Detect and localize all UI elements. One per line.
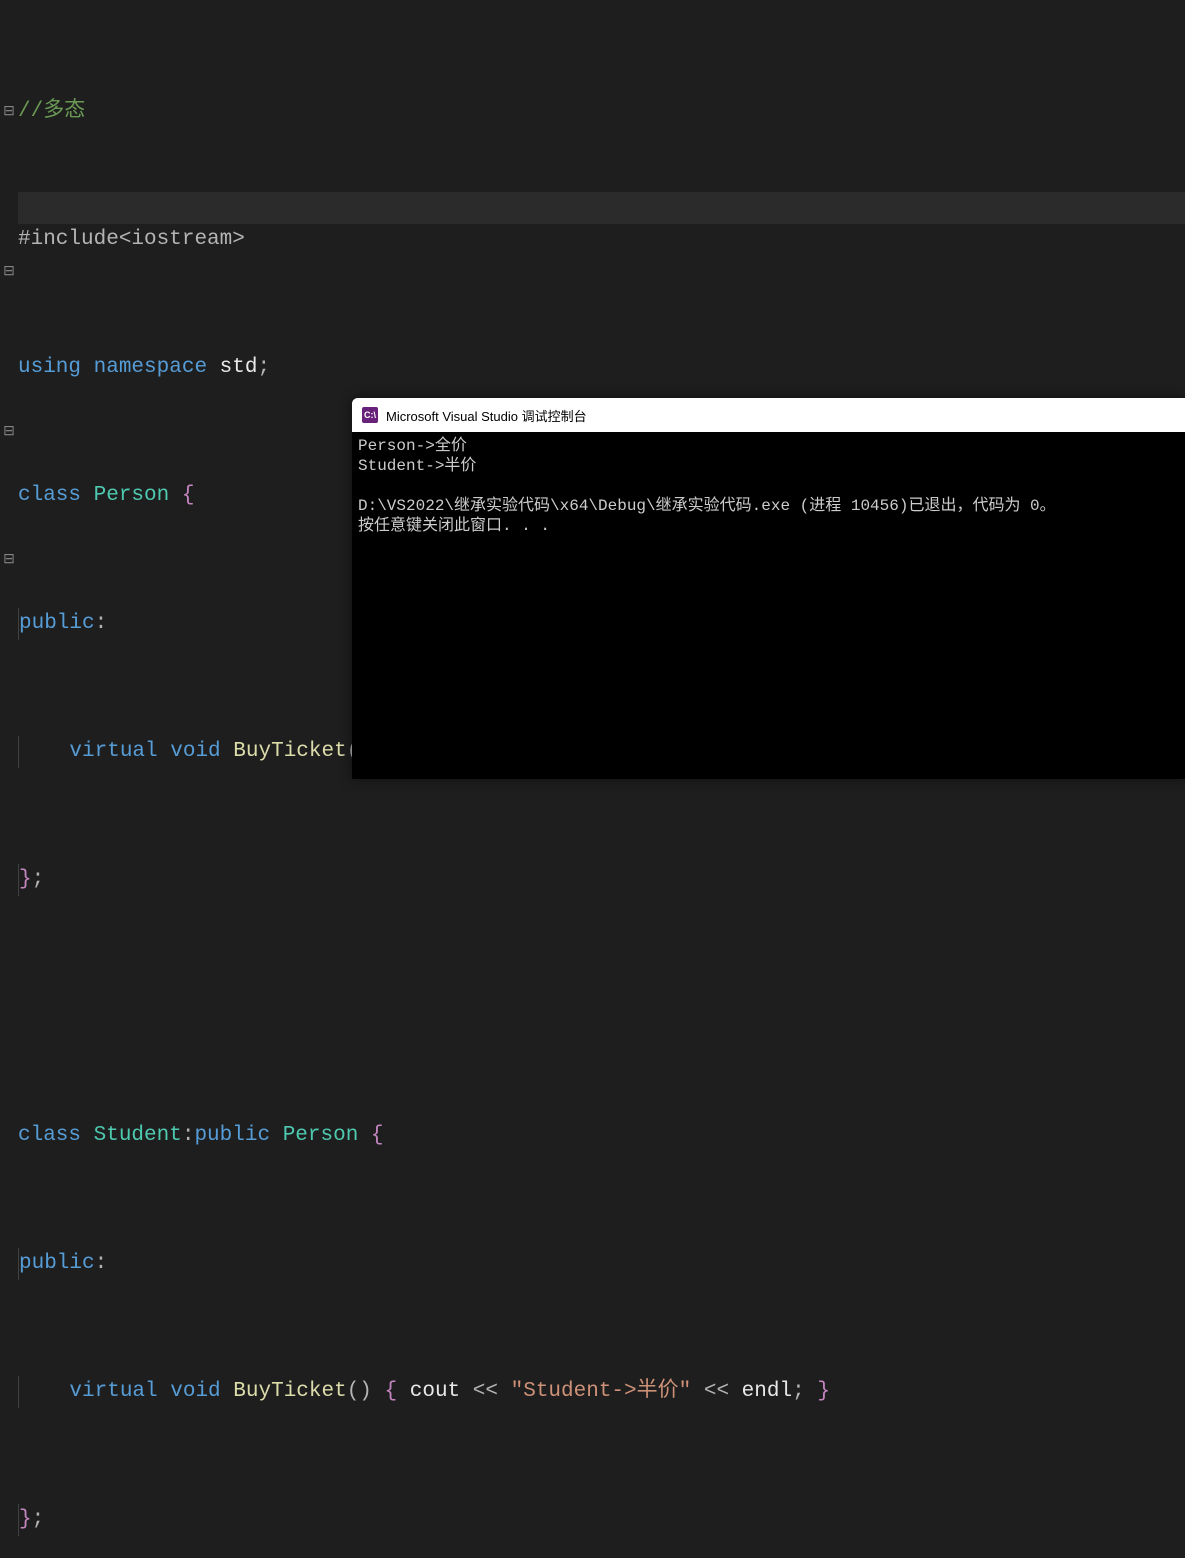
kw-void: void (170, 740, 220, 763)
preproc: #include (18, 228, 119, 251)
fold-gutter: ⊟ ⊟ ⊟ ⊟ (0, 0, 18, 576)
fn-buyticket: BuyTicket (233, 1380, 346, 1403)
code-line (18, 992, 1185, 1024)
code-line: class Student:public Person { (18, 1120, 1185, 1152)
type-student: Student (94, 1124, 182, 1147)
ident-cout: cout (410, 1380, 460, 1403)
kw-public: public (19, 1252, 95, 1275)
code-line: using namespace std; (18, 352, 1185, 384)
code-line: }; (18, 1504, 1185, 1536)
fn-buyticket: BuyTicket (233, 740, 346, 763)
kw-using: using (18, 356, 81, 379)
console-titlebar[interactable]: C:\ Microsoft Visual Studio 调试控制台 (352, 398, 1185, 432)
fold-icon[interactable]: ⊟ (0, 256, 18, 288)
debug-console-window[interactable]: C:\ Microsoft Visual Studio 调试控制台 Person… (352, 398, 1185, 779)
kw-virtual: virtual (69, 1380, 157, 1403)
console-output[interactable]: Person->全价 Student->半价 D:\VS2022\继承实验代码\… (352, 432, 1185, 779)
code-line: #include<iostream> (18, 224, 1185, 256)
ident-endl: endl (742, 1380, 792, 1403)
ident-std: std (220, 356, 258, 379)
comment-text: //多态 (18, 100, 85, 123)
fold-icon[interactable]: ⊟ (0, 416, 18, 448)
type-person: Person (94, 484, 170, 507)
code-line: virtual void BuyTicket() { cout << "Stud… (18, 1376, 1185, 1408)
string-lit: "Student->半价" (511, 1380, 692, 1403)
fold-icon[interactable]: ⊟ (0, 544, 18, 576)
code-line: public: (18, 1248, 1185, 1280)
console-title: Microsoft Visual Studio 调试控制台 (386, 406, 587, 425)
vs-icon: C:\ (362, 407, 378, 423)
fold-icon[interactable]: ⊟ (0, 96, 18, 128)
type-person: Person (283, 1124, 359, 1147)
kw-class: class (18, 484, 81, 507)
kw-class: class (18, 1124, 81, 1147)
include-arg: <iostream> (119, 228, 245, 251)
code-line: //多态 (18, 96, 1185, 128)
kw-void: void (170, 1380, 220, 1403)
code-area[interactable]: //多态 #include<iostream> using namespace … (18, 0, 1185, 1558)
code-line: }; (18, 864, 1185, 896)
kw-public: public (194, 1124, 270, 1147)
kw-namespace: namespace (94, 356, 207, 379)
kw-public: public (19, 612, 95, 635)
kw-virtual: virtual (69, 740, 157, 763)
